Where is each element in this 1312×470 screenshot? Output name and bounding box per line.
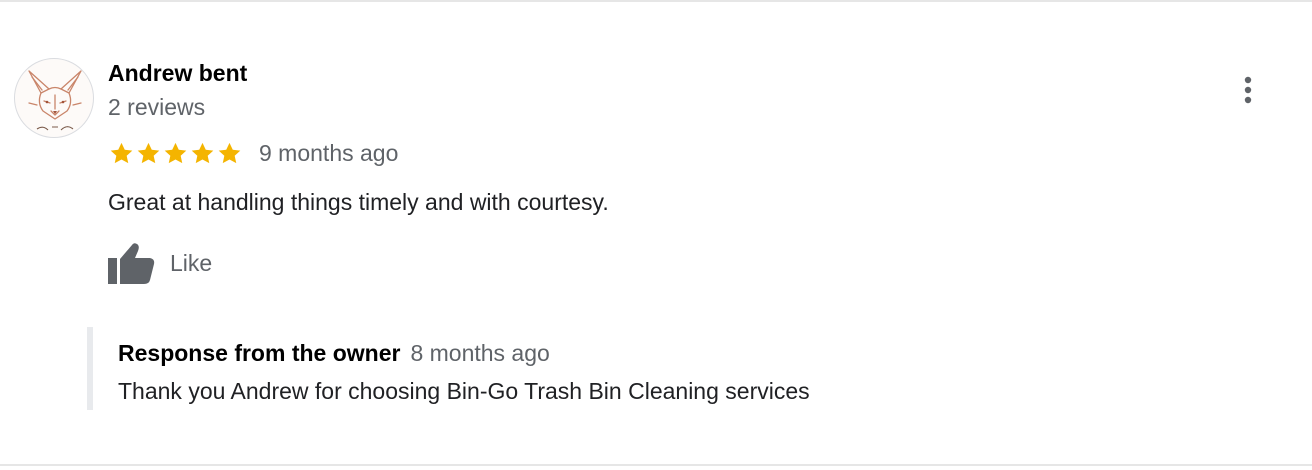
- review-text: Great at handling things timely and with…: [108, 189, 609, 215]
- rating-row: 9 months ago: [108, 138, 398, 168]
- thumbs-up-icon: [108, 243, 155, 284]
- response-header: Response from the owner 8 months ago: [118, 340, 550, 367]
- reviewer-name[interactable]: Andrew bent: [108, 58, 247, 88]
- more-vert-icon: [1244, 76, 1252, 104]
- reviewer-avatar[interactable]: [14, 58, 94, 138]
- star-icon: [218, 142, 241, 163]
- response-title: Response from the owner: [118, 340, 401, 366]
- like-button[interactable]: Like: [106, 240, 212, 286]
- like-label: Like: [170, 249, 213, 276]
- fox-avatar-icon: [28, 70, 82, 131]
- star-icon: [137, 142, 160, 163]
- bottom-divider: [0, 464, 1312, 466]
- star-rating: [108, 140, 243, 167]
- star-icon: [164, 142, 187, 163]
- star-icon: [191, 142, 214, 163]
- owner-response: Response from the owner 8 months ago Tha…: [87, 327, 987, 410]
- top-divider: [0, 0, 1312, 2]
- response-quote-bar: [87, 327, 93, 410]
- star-icon: [110, 142, 133, 163]
- reviewer-review-count[interactable]: 2 reviews: [108, 92, 205, 122]
- response-time-ago: 8 months ago: [410, 340, 550, 366]
- response-text: Thank you Andrew for choosing Bin-Go Tra…: [118, 378, 810, 404]
- review-time-ago: 9 months ago: [259, 139, 399, 166]
- more-options-button[interactable]: [1230, 70, 1266, 110]
